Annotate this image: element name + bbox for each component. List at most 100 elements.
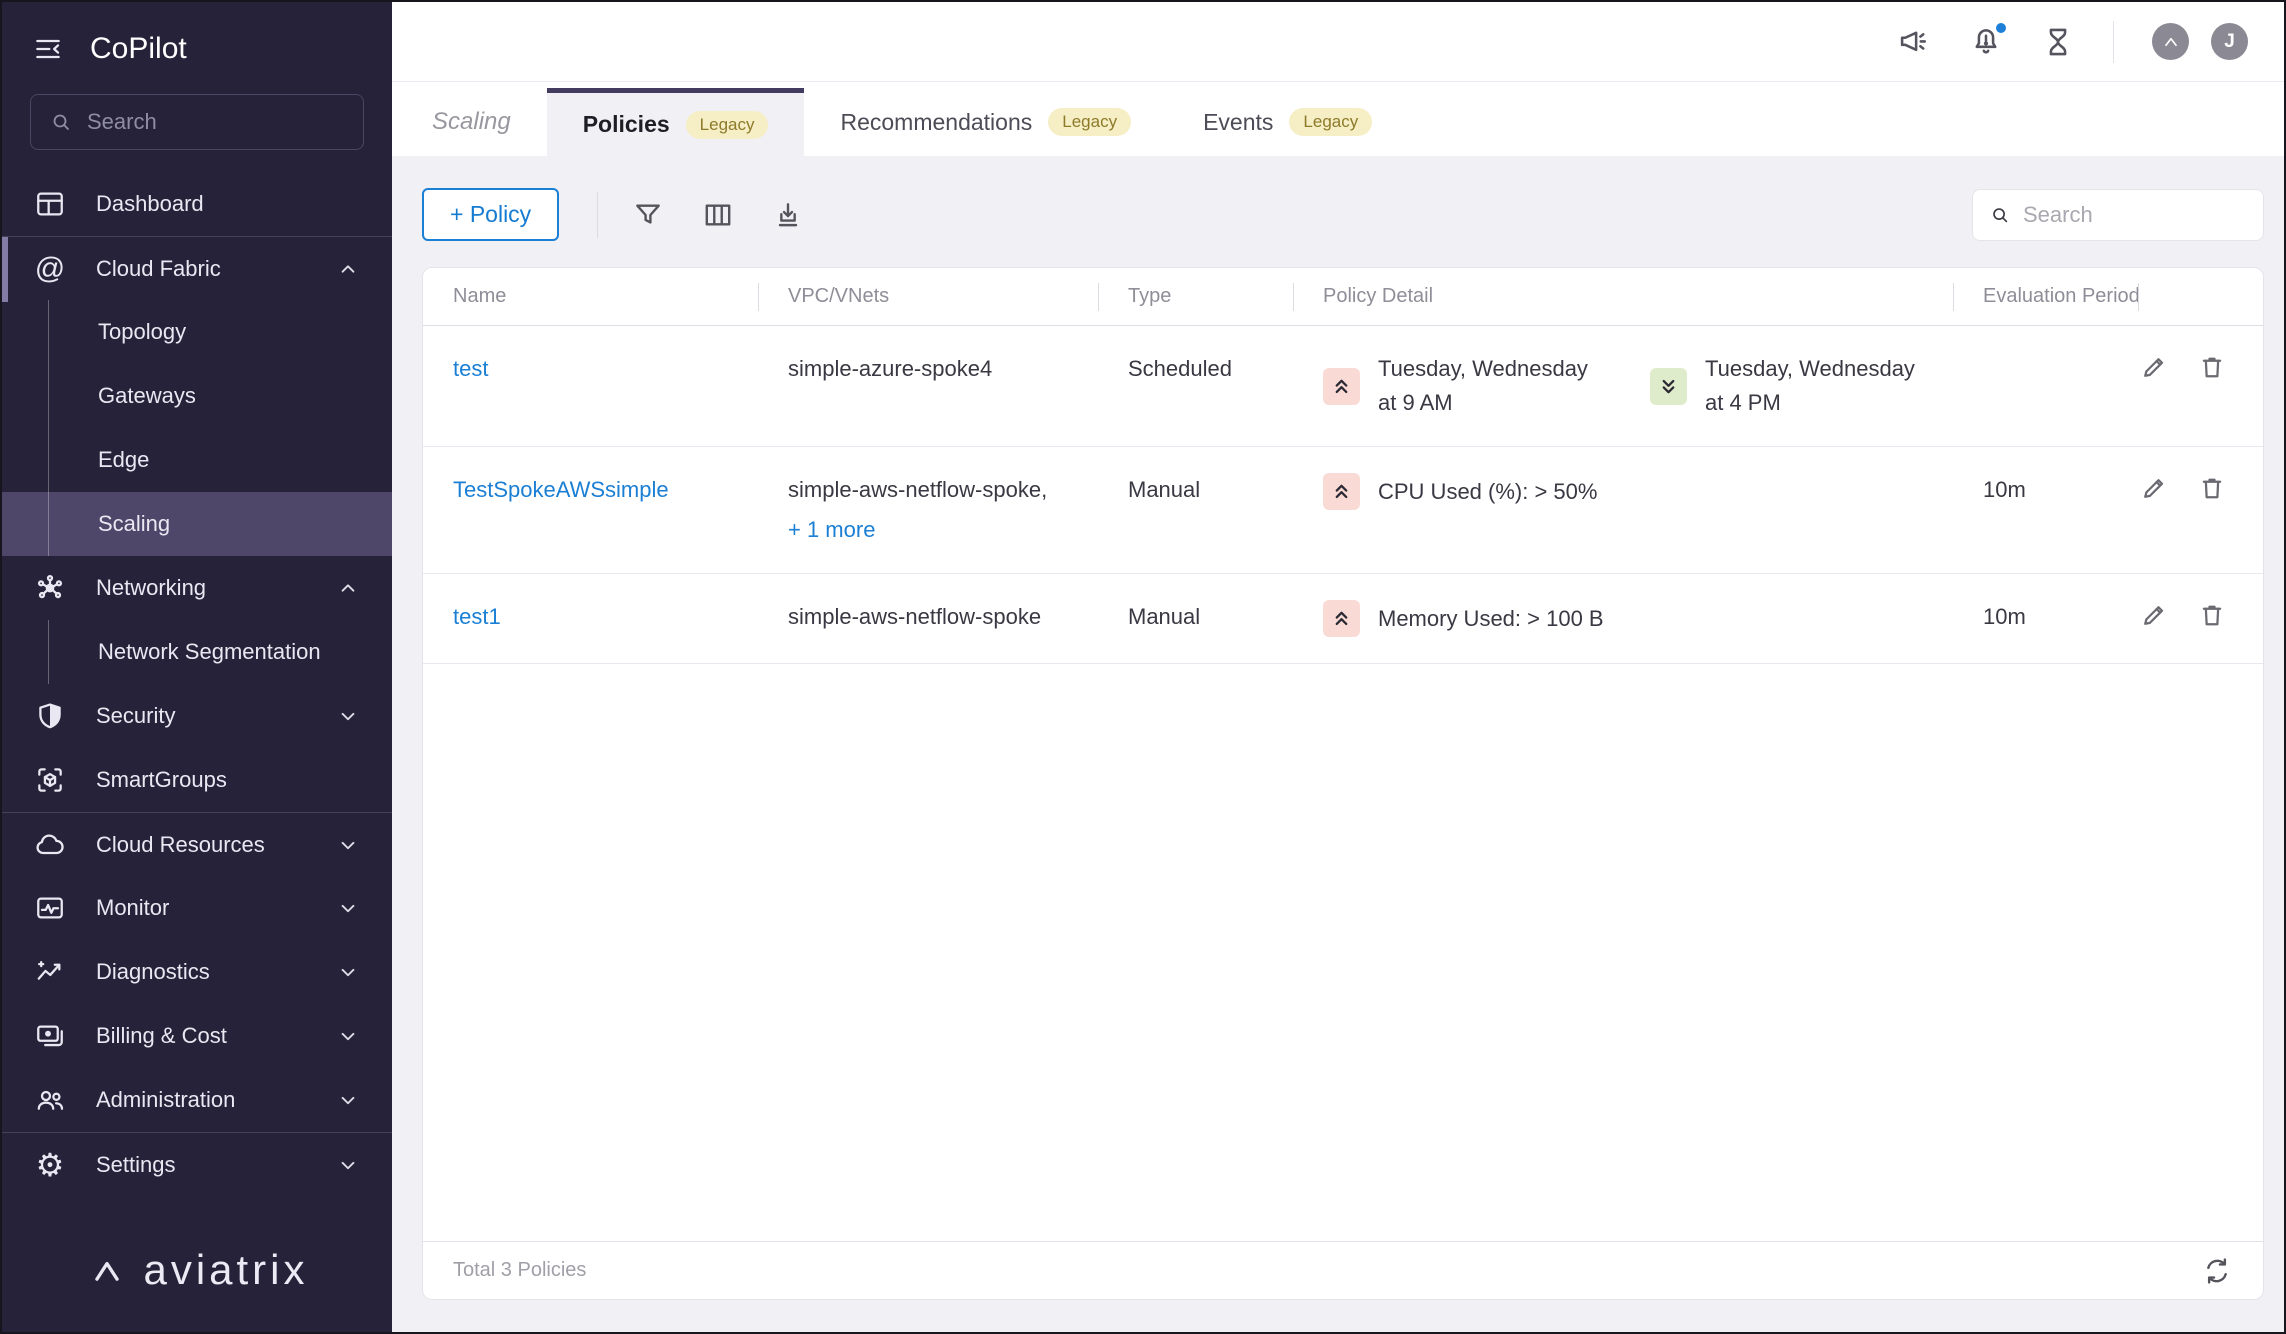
column-header-evaluation-period[interactable]: Evaluation Period [1953, 285, 2140, 308]
evaluation-period-cell: 10m [1983, 477, 2026, 503]
aviatrix-logo-mark-icon [85, 1248, 129, 1292]
chevron-up-icon [330, 256, 366, 282]
chevron-down-icon [330, 832, 366, 858]
policy-name-link[interactable]: TestSpokeAWSsimple [453, 477, 669, 502]
sidebar-item-monitor[interactable]: Monitor [2, 876, 392, 940]
org-avatar[interactable] [2152, 23, 2189, 60]
gear-icon: ⚙ [35, 1146, 65, 1183]
add-policy-button[interactable]: + Policy [422, 188, 560, 241]
tab-label: Events [1203, 108, 1274, 135]
total-policies-label: Total 3 Policies [453, 1259, 587, 1281]
sidebar-item-settings[interactable]: ⚙ Settings [2, 1132, 392, 1196]
notifications-bell[interactable] [1969, 19, 2009, 59]
policy-name-link[interactable]: test1 [453, 604, 501, 629]
page-title: Scaling [432, 108, 511, 135]
legacy-badge: Legacy [1289, 108, 1373, 136]
tab-policies[interactable]: Policies Legacy [546, 88, 805, 156]
topbar-divider [2113, 20, 2114, 63]
user-avatar[interactable]: J [2211, 23, 2248, 60]
refresh-icon[interactable] [2201, 1255, 2233, 1287]
edit-pencil-icon[interactable] [2139, 473, 2169, 503]
tab-events[interactable]: Events Legacy [1167, 88, 1408, 156]
sidebar-item-edge[interactable]: Edge [2, 428, 392, 492]
sidebar-nav: Dashboard @ Cloud Fabric Topology Gatewa… [2, 172, 392, 1196]
scale-up-badge-icon [1323, 473, 1360, 511]
aviatrix-logo-text: aviatrix [143, 1246, 309, 1293]
tab-label: Recommendations [840, 108, 1033, 135]
networking-icon [32, 572, 68, 604]
main-area: J Scaling Policies Legacy Recommendation… [392, 2, 2284, 1332]
chevron-down-icon [330, 895, 366, 921]
scale-down-badge-icon [1650, 367, 1687, 405]
sidebar-item-networking[interactable]: Networking [2, 556, 392, 620]
sidebar-item-label: Dashboard [96, 191, 204, 216]
collapse-sidebar-icon[interactable] [32, 33, 64, 65]
tab-recommendations[interactable]: Recommendations Legacy [804, 88, 1167, 156]
sidebar-item-cloud-resources[interactable]: Cloud Resources [2, 812, 392, 876]
chevron-down-icon [330, 1087, 366, 1113]
delete-trash-icon[interactable] [2197, 473, 2227, 503]
download-icon[interactable] [772, 199, 804, 231]
hourglass-icon[interactable] [2041, 25, 2075, 59]
sidebar-item-topology[interactable]: Topology [2, 300, 392, 364]
sidebar-item-label: Scaling [98, 511, 171, 536]
policy-detail-item: CPU Used (%): > 50% [1323, 473, 1598, 511]
vpc-more-link[interactable]: + 1 more [788, 513, 875, 547]
chevron-down-icon [330, 703, 366, 729]
table-toolbar: + Policy [422, 188, 2264, 241]
row-actions [2138, 600, 2263, 630]
edit-pencil-icon[interactable] [2139, 600, 2169, 630]
delete-trash-icon[interactable] [2197, 352, 2227, 382]
policy-detail-cell: CPU Used (%): > 50% [1293, 473, 1953, 511]
aviatrix-mark-icon [2160, 31, 2182, 53]
sidebar-header: CoPilot [2, 2, 392, 66]
sidebar-item-network-segmentation[interactable]: Network Segmentation [2, 620, 392, 684]
search-icon [1989, 204, 2011, 226]
vpc-cell: simple-aws-netflow-spoke, + 1 more [758, 473, 1098, 547]
megaphone-icon[interactable] [1897, 25, 1931, 59]
column-header-name[interactable]: Name [423, 285, 758, 308]
sidebar-item-diagnostics[interactable]: Diagnostics [2, 940, 392, 1004]
sidebar-item-cloud-fabric[interactable]: @ Cloud Fabric [2, 236, 392, 302]
row-actions [2138, 352, 2263, 382]
column-header-type[interactable]: Type [1098, 285, 1293, 308]
evaluation-period-cell: 10m [1983, 604, 2026, 630]
table-row: test simple-azure-spoke4 Scheduled Tuesd… [423, 326, 2263, 448]
table-search-input[interactable] [2023, 201, 2247, 228]
table-footer: Total 3 Policies [423, 1241, 2263, 1299]
sidebar-item-dashboard[interactable]: Dashboard [2, 172, 392, 236]
aviatrix-logo: aviatrix [2, 1216, 392, 1332]
topbar-avatars: J [2152, 23, 2248, 60]
sidebar-item-smartgroups[interactable]: SmartGroups [2, 748, 392, 812]
vpc-cell: simple-azure-spoke4 [788, 356, 993, 381]
sidebar: CoPilot Dashboard @ Cloud Fabric [2, 2, 392, 1332]
vpc-cell: simple-aws-netflow-spoke [788, 604, 1042, 630]
sidebar-item-label: Billing & Cost [96, 1023, 227, 1048]
type-cell: Manual [1128, 477, 1201, 503]
scale-up-badge-icon [1323, 600, 1360, 638]
edit-pencil-icon[interactable] [2139, 352, 2169, 382]
legacy-badge: Legacy [1048, 108, 1132, 136]
sidebar-item-administration[interactable]: Administration [2, 1068, 392, 1132]
policy-detail-item: Memory Used: > 100 B [1323, 600, 1604, 638]
vpc-text: simple-aws-netflow-spoke, [788, 477, 1048, 503]
table-empty-space [423, 664, 2263, 1241]
sidebar-item-billing-cost[interactable]: Billing & Cost [2, 1004, 392, 1068]
column-header-policy-detail[interactable]: Policy Detail [1293, 285, 1953, 308]
columns-icon[interactable] [702, 199, 734, 231]
sidebar-group-cloud-fabric: @ Cloud Fabric Topology Gateways Edge Sc… [2, 236, 392, 556]
delete-trash-icon[interactable] [2197, 600, 2227, 630]
sidebar-item-security[interactable]: Security [2, 684, 392, 748]
type-cell: Scheduled [1128, 356, 1232, 381]
sidebar-item-label: Cloud Fabric [96, 255, 221, 281]
column-header-vpc[interactable]: VPC/VNets [758, 285, 1098, 308]
sidebar-search-input[interactable] [87, 109, 345, 135]
filter-icon[interactable] [632, 199, 664, 231]
legacy-badge: Legacy [685, 110, 769, 139]
sidebar-item-scaling[interactable]: Scaling [2, 492, 392, 556]
policy-name-link[interactable]: test [453, 356, 488, 381]
policy-detail-text: CPU Used (%): > 50% [1378, 478, 1598, 504]
sidebar-item-gateways[interactable]: Gateways [2, 364, 392, 428]
sidebar-item-label: Administration [96, 1087, 236, 1112]
policy-detail-cell: Tuesday, Wednesday at 9 AM Tuesday, Wedn… [1293, 352, 1953, 420]
